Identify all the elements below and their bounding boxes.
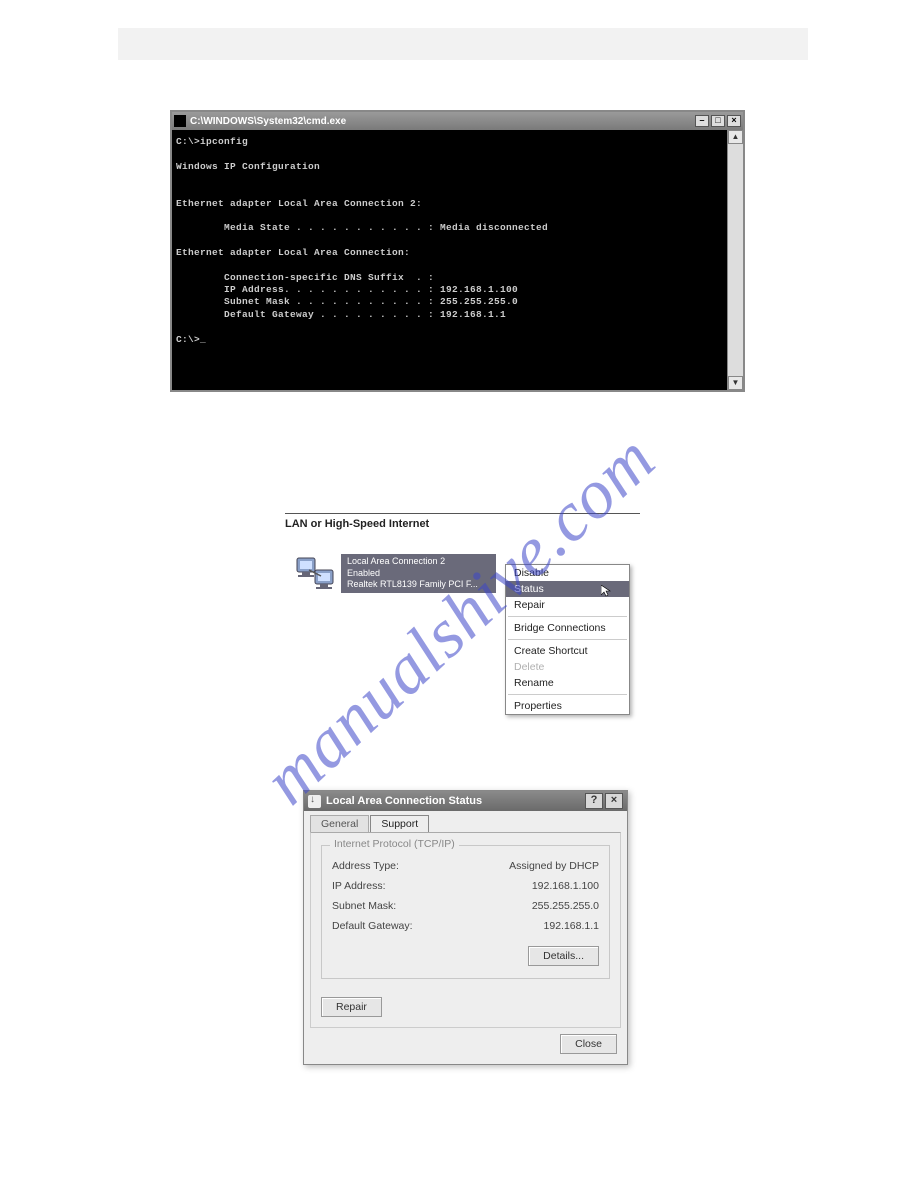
- subnet-mask-label: Subnet Mask:: [332, 900, 396, 912]
- tab-general[interactable]: General: [310, 815, 369, 832]
- minimize-button[interactable]: –: [695, 115, 709, 127]
- close-button[interactable]: ×: [727, 115, 741, 127]
- tcpip-group: Internet Protocol (TCP/IP) Address Type:…: [321, 845, 610, 979]
- dialog-title-text: Local Area Connection Status: [326, 795, 482, 807]
- connection-item[interactable]: Local Area Connection 2 Enabled Realtek …: [341, 554, 496, 593]
- menu-separator: [508, 639, 627, 640]
- connection-name: Local Area Connection 2: [347, 556, 490, 568]
- lan-heading: LAN or High-Speed Internet: [285, 518, 640, 530]
- close-dialog-button[interactable]: Close: [560, 1034, 617, 1054]
- scroll-up-icon[interactable]: ▲: [728, 130, 743, 144]
- scroll-track[interactable]: [728, 144, 743, 376]
- default-gateway-value: 192.168.1.1: [544, 920, 599, 932]
- tab-strip: General Support: [304, 811, 627, 832]
- dialog-body: Internet Protocol (TCP/IP) Address Type:…: [310, 832, 621, 1028]
- cursor-icon: [601, 585, 611, 597]
- address-type-value: Assigned by DHCP: [509, 860, 599, 872]
- tab-support[interactable]: Support: [370, 815, 429, 832]
- subnet-mask-value: 255.255.255.0: [532, 900, 599, 912]
- menu-separator: [508, 694, 627, 695]
- lan-section: LAN or High-Speed Internet Local Area Co…: [285, 513, 640, 602]
- cmd-titlebar[interactable]: C:\WINDOWS\System32\cmd.exe – □ ×: [172, 112, 743, 130]
- cmd-window: C:\WINDOWS\System32\cmd.exe – □ × C:\>ip…: [170, 110, 745, 392]
- close-button[interactable]: ×: [605, 793, 623, 809]
- menu-rename[interactable]: Rename: [506, 675, 629, 691]
- maximize-button[interactable]: □: [711, 115, 725, 127]
- default-gateway-label: Default Gateway:: [332, 920, 413, 932]
- connection-status: Enabled: [347, 568, 490, 580]
- menu-disable[interactable]: Disable: [506, 565, 629, 581]
- menu-status[interactable]: Status: [506, 581, 629, 597]
- menu-properties[interactable]: Properties: [506, 698, 629, 714]
- status-dialog: Local Area Connection Status ? × General…: [303, 790, 628, 1065]
- cmd-scrollbar[interactable]: ▲ ▼: [727, 130, 743, 390]
- details-button[interactable]: Details...: [528, 946, 599, 966]
- help-button[interactable]: ?: [585, 793, 603, 809]
- menu-separator: [508, 616, 627, 617]
- menu-delete: Delete: [506, 659, 629, 675]
- group-title: Internet Protocol (TCP/IP): [330, 838, 459, 850]
- ip-address-label: IP Address:: [332, 880, 386, 892]
- menu-shortcut[interactable]: Create Shortcut: [506, 643, 629, 659]
- dialog-icon: [308, 795, 321, 808]
- context-menu: Disable Status Repair Bridge Connections…: [505, 564, 630, 715]
- menu-repair[interactable]: Repair: [506, 597, 629, 613]
- ip-address-value: 192.168.1.100: [532, 880, 599, 892]
- dialog-titlebar[interactable]: Local Area Connection Status ? ×: [304, 791, 627, 811]
- connection-device: Realtek RTL8139 Family PCI F...: [347, 579, 490, 591]
- divider: [285, 513, 640, 514]
- scroll-down-icon[interactable]: ▼: [728, 376, 743, 390]
- network-connection-icon[interactable]: [295, 552, 335, 592]
- cmd-output: C:\>ipconfig Windows IP Configuration Et…: [172, 130, 727, 390]
- repair-button[interactable]: Repair: [321, 997, 382, 1017]
- cmd-icon: [174, 115, 186, 127]
- address-type-label: Address Type:: [332, 860, 399, 872]
- header-bar: [118, 28, 808, 60]
- menu-bridge[interactable]: Bridge Connections: [506, 620, 629, 636]
- cmd-title-text: C:\WINDOWS\System32\cmd.exe: [190, 116, 346, 127]
